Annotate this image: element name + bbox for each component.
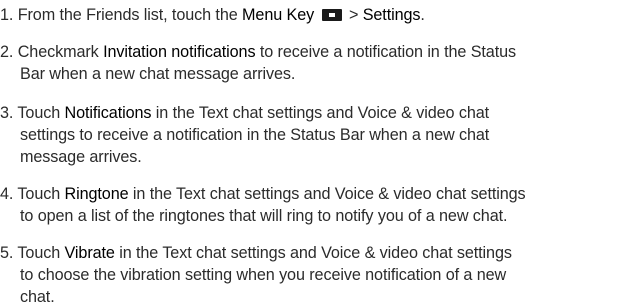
- step-text: Checkmark: [17, 43, 104, 61]
- step-text: Touch: [17, 244, 65, 262]
- step-number: 4.: [0, 185, 14, 203]
- step-3-line-1: 3. Touch Notifications in the Text chat …: [0, 102, 634, 124]
- step-2-line-1: 2. Checkmark Invitation notifications to…: [0, 41, 634, 63]
- menu-key-label: Menu Key: [242, 6, 315, 24]
- invitation-notifications-label: Invitation notifications: [103, 43, 256, 61]
- step-number: 5.: [0, 244, 14, 262]
- step-text: in the Text chat settings and Voice & vi…: [151, 104, 490, 122]
- instructions-document: 1. From the Friends list, touch the Menu…: [0, 0, 634, 308]
- step-number: 3.: [0, 104, 14, 122]
- notifications-label: Notifications: [64, 104, 152, 122]
- step-text: in the Text chat settings and Voice & vi…: [128, 185, 526, 203]
- step-4-line-1: 4. Touch Ringtone in the Text chat setti…: [0, 183, 634, 205]
- ringtone-label: Ringtone: [64, 185, 129, 203]
- step-1-line-1: 1. From the Friends list, touch the Menu…: [0, 4, 634, 26]
- step-number: 2.: [0, 43, 14, 61]
- step-text: >: [344, 6, 363, 24]
- step-2: 2. Checkmark Invitation notifications to…: [0, 41, 634, 85]
- step-3: 3. Touch Notifications in the Text chat …: [0, 102, 634, 168]
- step-text: to receive a notification in the Status: [255, 43, 517, 61]
- step-text: Touch: [17, 104, 65, 122]
- step-3-line-2: settings to receive a notification in th…: [20, 126, 490, 144]
- step-4-line-2: to open a list of the ringtones that wil…: [20, 207, 508, 225]
- step-5-line-2: to choose the vibration setting when you…: [20, 266, 507, 284]
- step-4: 4. Touch Ringtone in the Text chat setti…: [0, 183, 634, 227]
- step-text: Touch: [17, 185, 65, 203]
- step-text: in the Text chat settings and Voice & vi…: [114, 244, 512, 262]
- step-1: 1. From the Friends list, touch the Menu…: [0, 4, 634, 26]
- step-5-line-1: 5. Touch Vibrate in the Text chat settin…: [0, 242, 634, 264]
- settings-label: Settings: [362, 6, 421, 24]
- step-number: 1.: [0, 6, 14, 24]
- step-3-line-3: message arrives.: [20, 148, 142, 166]
- step-text: From the Friends list, touch the: [17, 6, 243, 24]
- step-5: 5. Touch Vibrate in the Text chat settin…: [0, 242, 634, 308]
- step-2-line-2: Bar when a new chat message arrives.: [20, 65, 296, 83]
- vibrate-label: Vibrate: [64, 244, 115, 262]
- step-text: .: [420, 6, 425, 24]
- menu-key-icon: [321, 9, 342, 21]
